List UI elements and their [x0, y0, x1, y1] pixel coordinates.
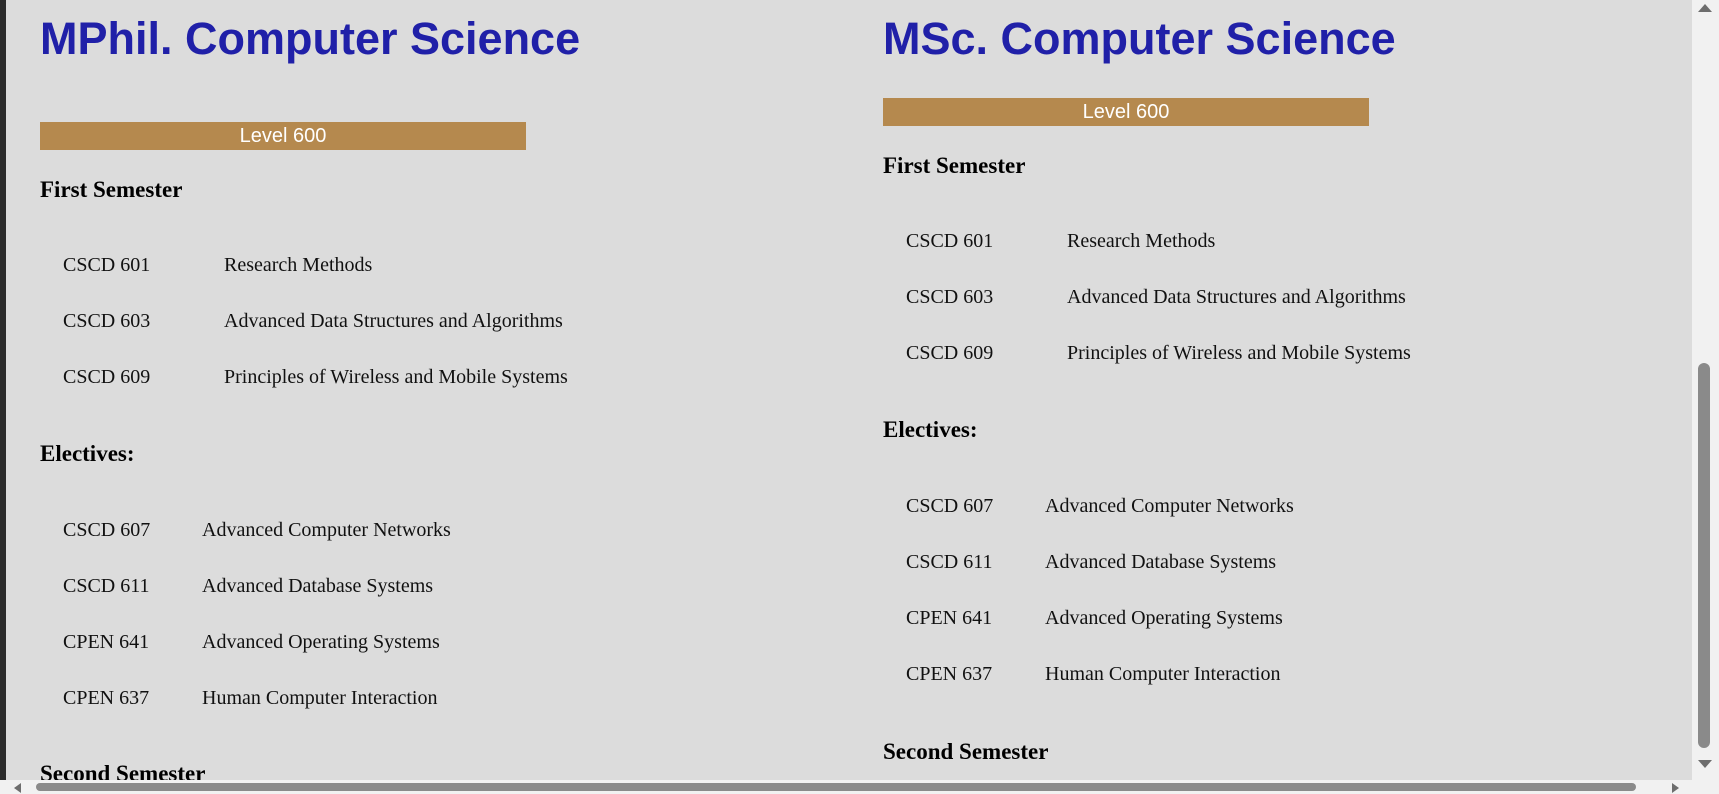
second-semester-heading: Second Semester — [883, 739, 1049, 764]
horizontal-scroll-thumb[interactable] — [36, 783, 1636, 791]
course-code: CSCD 603 — [63, 310, 151, 332]
vertical-scrollbar[interactable] — [1692, 0, 1719, 780]
course-name: Advanced Database Systems — [202, 575, 434, 597]
course-code: CSCD 611 — [63, 575, 150, 597]
course-name: Advanced Database Systems — [1045, 551, 1277, 573]
course-name: Human Computer Interaction — [202, 687, 438, 709]
scroll-right-arrow-icon[interactable] — [1672, 783, 1679, 793]
course-code: CPEN 641 — [63, 631, 150, 653]
course-code: CPEN 637 — [906, 663, 993, 685]
course-name: Principles of Wireless and Mobile System… — [1067, 342, 1411, 364]
scroll-down-arrow-icon[interactable] — [1698, 760, 1712, 768]
course-name: Human Computer Interaction — [1045, 663, 1281, 685]
page-content: MPhil. Computer Science Level 600 First … — [6, 0, 1692, 780]
course-name: Research Methods — [1067, 230, 1216, 252]
course-code: CPEN 637 — [63, 687, 150, 709]
scroll-up-arrow-icon[interactable] — [1698, 4, 1712, 12]
course-name: Advanced Computer Networks — [1045, 495, 1294, 517]
second-semester-heading: Second Semester — [40, 761, 206, 780]
course-code: CSCD 609 — [63, 366, 151, 388]
course-code: CSCD 609 — [906, 342, 994, 364]
course-code: CSCD 607 — [63, 519, 151, 541]
course-name: Principles of Wireless and Mobile System… — [224, 366, 568, 388]
course-code: CSCD 603 — [906, 286, 994, 308]
program-title: MSc. Computer Science — [883, 13, 1396, 64]
course-name: Advanced Operating Systems — [1045, 607, 1283, 629]
course-code: CSCD 601 — [906, 230, 994, 252]
course-code: CSCD 601 — [63, 254, 151, 276]
course-name: Advanced Data Structures and Algorithms — [224, 310, 563, 332]
course-name: Advanced Operating Systems — [202, 631, 440, 653]
course-name: Research Methods — [224, 254, 373, 276]
first-semester-heading: First Semester — [883, 153, 1026, 178]
level-banner: Level 600 — [40, 122, 526, 150]
course-code: CPEN 641 — [906, 607, 993, 629]
vertical-scroll-thumb[interactable] — [1698, 363, 1710, 748]
electives-heading: Electives: — [40, 441, 135, 466]
scroll-left-arrow-icon[interactable] — [14, 783, 21, 793]
horizontal-scrollbar[interactable] — [0, 780, 1719, 794]
first-semester-heading: First Semester — [40, 177, 183, 202]
electives-heading: Electives: — [883, 417, 978, 442]
course-code: CSCD 607 — [906, 495, 994, 517]
course-name: Advanced Data Structures and Algorithms — [1067, 286, 1406, 308]
course-code: CSCD 611 — [906, 551, 993, 573]
course-name: Advanced Computer Networks — [202, 519, 451, 541]
level-banner: Level 600 — [883, 98, 1369, 126]
program-title: MPhil. Computer Science — [40, 13, 581, 64]
